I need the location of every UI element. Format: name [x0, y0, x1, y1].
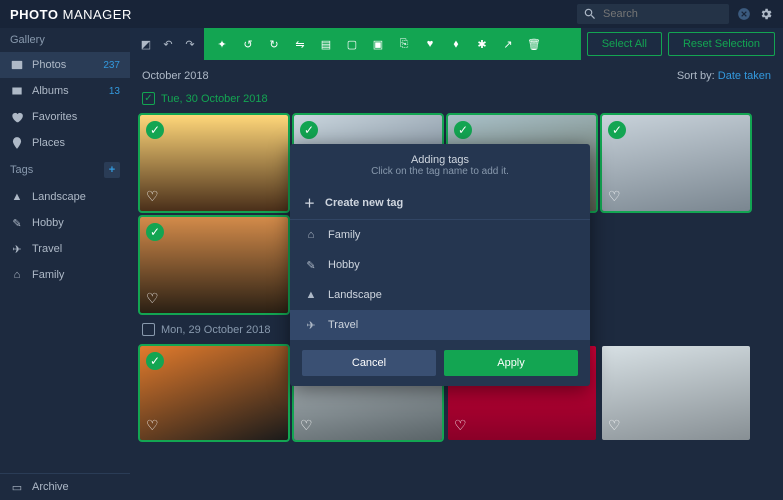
- tag-hobby[interactable]: ✎Hobby: [0, 210, 130, 236]
- sidebar-archive[interactable]: ▭Archive: [0, 473, 130, 500]
- search-box[interactable]: [577, 4, 729, 24]
- date-checkbox[interactable]: [142, 323, 155, 336]
- frame-icon[interactable]: ▣: [370, 36, 386, 52]
- check-icon: ✓: [454, 121, 472, 139]
- undo-icon[interactable]: ↶: [160, 36, 176, 52]
- pin-icon: [10, 136, 24, 150]
- clear-icon[interactable]: [737, 7, 751, 21]
- resize-icon[interactable]: ▤: [318, 36, 334, 52]
- app-logo: PHOTO MANAGER: [10, 7, 132, 22]
- add-tag-button[interactable]: +: [104, 162, 120, 178]
- check-icon: ✓: [300, 121, 318, 139]
- wand-icon[interactable]: ✦: [214, 36, 230, 52]
- flip-h-icon[interactable]: ⇋: [292, 36, 308, 52]
- rotate-left-icon[interactable]: ↺: [240, 36, 256, 52]
- tag-option-family[interactable]: ⌂Family: [290, 220, 590, 250]
- add-tags-dialog: Adding tags Click on the tag name to add…: [290, 144, 590, 386]
- tag-landscape[interactable]: ▲Landscape: [0, 184, 130, 210]
- count-badge: 237: [103, 60, 120, 71]
- count-badge: 13: [109, 86, 120, 97]
- select-all-button[interactable]: Select All: [587, 32, 662, 56]
- sidebar-item-label: Albums: [32, 85, 69, 97]
- search-icon: [583, 7, 597, 21]
- landscape-icon: ▲: [304, 288, 318, 302]
- cancel-button[interactable]: Cancel: [302, 350, 436, 376]
- apply-button[interactable]: Apply: [444, 350, 578, 376]
- month-title: October 2018: [142, 70, 209, 82]
- rotate-right-icon[interactable]: ↻: [266, 36, 282, 52]
- sidebar-item-favorites[interactable]: Favorites: [0, 104, 130, 130]
- fav-icon[interactable]: ♡: [300, 417, 313, 434]
- fav-icon[interactable]: ♡: [146, 188, 159, 205]
- check-icon: ✓: [146, 223, 164, 241]
- sidebar-item-photos[interactable]: Photos 237: [0, 52, 130, 78]
- tag-icon[interactable]: ⬧: [448, 36, 464, 52]
- heart-icon[interactable]: ♥: [422, 36, 438, 52]
- dialog-subtitle: Click on the tag name to add it.: [300, 166, 580, 177]
- tag-option-landscape[interactable]: ▲Landscape: [290, 280, 590, 310]
- sidebar-item-places[interactable]: Places: [0, 130, 130, 156]
- photo-thumb[interactable]: ✓♡: [140, 115, 288, 211]
- sidebar-item-label: Photos: [32, 59, 66, 71]
- fav-icon[interactable]: ♡: [608, 417, 621, 434]
- photo-thumb[interactable]: ✓♡: [140, 217, 288, 313]
- hobby-icon: ✎: [304, 258, 318, 272]
- sidebar-item-albums[interactable]: Albums 13: [0, 78, 130, 104]
- redo-icon[interactable]: ↷: [182, 36, 198, 52]
- fav-icon[interactable]: ♡: [146, 290, 159, 307]
- crop-icon[interactable]: ▢: [344, 36, 360, 52]
- gallery-header: Gallery: [0, 28, 130, 52]
- fav-icon[interactable]: ♡: [454, 417, 467, 434]
- hobby-icon: ✎: [10, 216, 24, 230]
- check-icon: ✓: [146, 121, 164, 139]
- tool-select-icon[interactable]: ◩: [138, 36, 154, 52]
- tag-option-travel[interactable]: ✈Travel: [290, 310, 590, 340]
- share-icon[interactable]: ↗: [500, 36, 516, 52]
- sidebar-item-label: Places: [32, 137, 65, 149]
- tags-header: Tags +: [0, 156, 130, 184]
- reset-selection-button[interactable]: Reset Selection: [668, 32, 775, 56]
- create-new-tag[interactable]: ＋Create new tag: [290, 187, 590, 220]
- date-checkbox[interactable]: [142, 92, 155, 105]
- tag-option-hobby[interactable]: ✎Hobby: [290, 250, 590, 280]
- adjust-icon[interactable]: ✱: [474, 36, 490, 52]
- date-label: Tue, 30 October 2018: [161, 93, 268, 105]
- plus-icon: ＋: [304, 195, 315, 211]
- fav-icon[interactable]: ♡: [608, 188, 621, 205]
- search-input[interactable]: [603, 8, 723, 20]
- photo-thumb[interactable]: ♡: [602, 346, 750, 440]
- date-label: Mon, 29 October 2018: [161, 324, 270, 336]
- tag-family[interactable]: ⌂Family: [0, 262, 130, 288]
- palm-icon: ✈: [10, 242, 24, 256]
- heart-icon: [10, 110, 24, 124]
- check-icon: ✓: [146, 352, 164, 370]
- photo-icon: [10, 58, 24, 72]
- landscape-icon: ▲: [10, 190, 24, 204]
- family-icon: ⌂: [304, 228, 318, 242]
- archive-icon: ▭: [10, 480, 24, 494]
- gear-icon[interactable]: [759, 7, 773, 21]
- fav-icon[interactable]: ♡: [146, 417, 159, 434]
- albums-icon: [10, 84, 24, 98]
- check-icon: ✓: [608, 121, 626, 139]
- photo-thumb[interactable]: ✓♡: [140, 346, 288, 440]
- dialog-title: Adding tags: [300, 154, 580, 166]
- palm-icon: ✈: [304, 318, 318, 332]
- copy-icon[interactable]: ⎘: [396, 36, 412, 52]
- family-icon: ⌂: [10, 268, 24, 282]
- sort-control[interactable]: Sort by: Date taken: [677, 70, 771, 82]
- tag-travel[interactable]: ✈Travel: [0, 236, 130, 262]
- sidebar-item-label: Favorites: [32, 111, 77, 123]
- trash-icon[interactable]: 🗑: [526, 36, 542, 52]
- photo-thumb[interactable]: ✓♡: [602, 115, 750, 211]
